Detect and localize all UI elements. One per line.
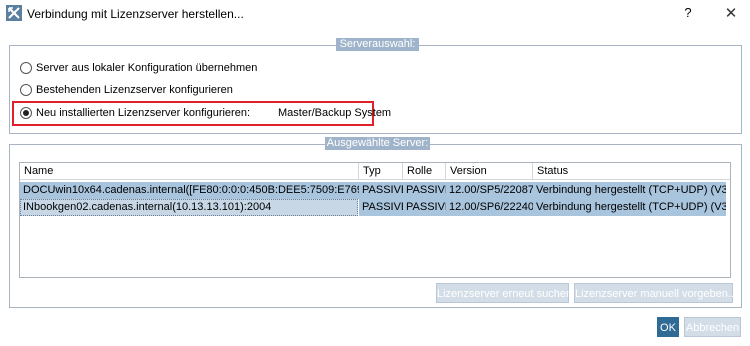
column-header-rolle[interactable]: Rolle [403,163,446,180]
column-header-status[interactable]: Status [533,163,730,180]
cell-status: Verbindung hergestellt (TCP+UDP) (V3) [536,184,726,196]
cell-rolle: PASSIVE [406,201,446,213]
help-button[interactable]: ? [680,5,696,21]
cancel-button[interactable]: Abbrechen [684,317,741,337]
server-selection-legend: Serverauswahl: [336,38,419,51]
manual-server-button[interactable]: Lizenzserver manuell vorgeben... [574,283,737,303]
radio-button[interactable] [20,62,32,74]
search-again-button[interactable]: Lizenzserver erneut suchen [436,283,572,303]
cell-typ: PASSIVE [362,184,403,196]
cell-rolle: PASSIVE [406,184,446,196]
title-bar: Verbindung mit Lizenzserver herstellen..… [0,0,750,28]
column-header-version[interactable]: Version [446,163,533,180]
column-header-typ[interactable]: Typ [359,163,403,180]
cell-name: INbookgen02.cadenas.internal(10.13.13.10… [23,201,272,213]
app-icon [6,5,22,21]
cell-version: 12.00/SP5/220879 [449,184,533,196]
servers-table: Name Typ Rolle Version Status DOCUwin10x… [19,162,731,278]
cell-typ: PASSIVE [362,201,403,213]
table-row[interactable]: INbookgen02.cadenas.internal(10.13.13.10… [20,199,726,216]
column-header-name[interactable]: Name [20,163,359,180]
table-row[interactable]: DOCUwin10x64.cadenas.internal([FE80:0:0:… [20,182,726,199]
window-title: Verbindung mit Lizenzserver herstellen..… [27,7,244,21]
cell-version: 12.00/SP6/222400 [449,201,533,213]
cell-status: Verbindung hergestellt (TCP+UDP) (V3) [536,201,726,213]
ok-button[interactable]: OK [657,317,679,337]
radio-label: Neu installierten Lizenzserver konfiguri… [36,107,250,119]
radio-button[interactable] [20,84,32,96]
radio-label: Server aus lokaler Konfiguration überneh… [36,62,258,74]
radio-button-checked[interactable] [20,107,32,119]
selected-servers-legend: Ausgewählte Server: [325,137,430,150]
cell-name: DOCUwin10x64.cadenas.internal([FE80:0:0:… [23,184,359,196]
radio-label: Bestehenden Lizenzserver konfigurieren [36,84,233,96]
master-backup-label: Master/Backup System [278,107,392,119]
close-button[interactable]: ✕ [722,4,740,22]
